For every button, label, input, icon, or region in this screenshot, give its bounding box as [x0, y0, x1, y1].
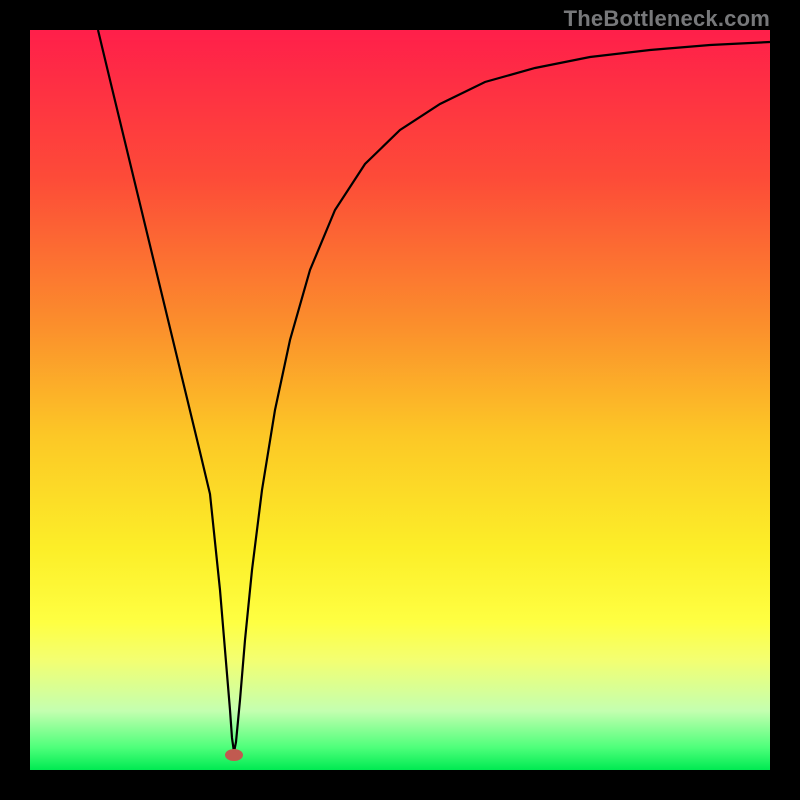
minimum-marker [225, 749, 243, 761]
chart-svg [30, 30, 770, 770]
background-rect [30, 30, 770, 770]
chart-frame [30, 30, 770, 770]
attribution-text: TheBottleneck.com [564, 6, 770, 32]
